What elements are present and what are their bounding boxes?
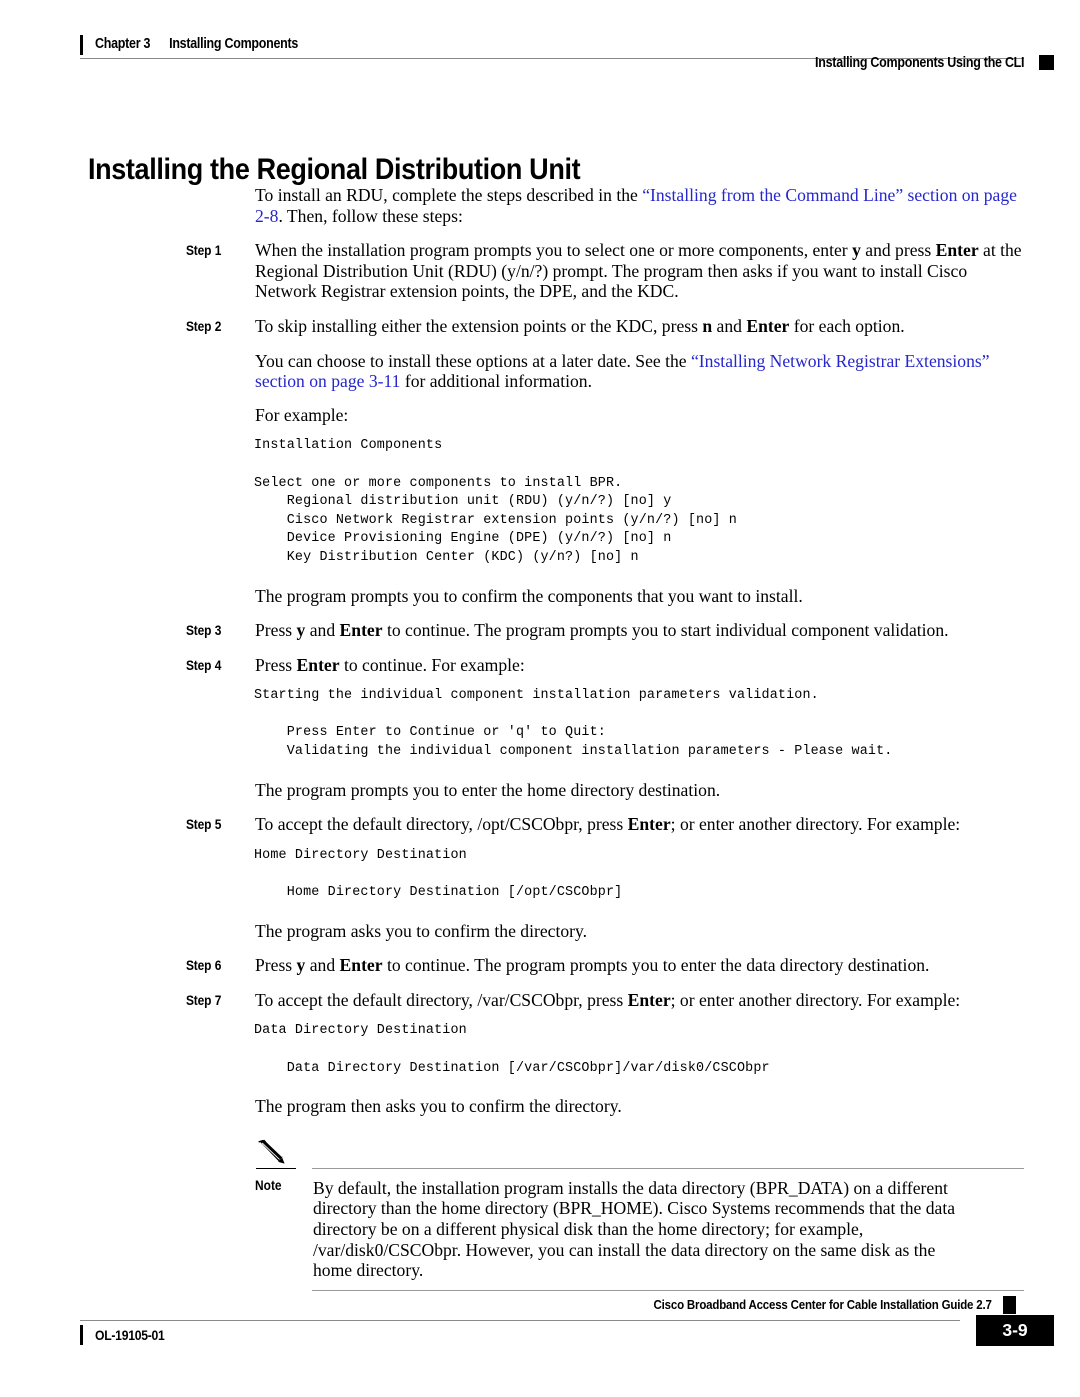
step-4: Step 4 Press Enter to continue. For examp… [0, 655, 1080, 676]
step-7-label: Step 7 [186, 991, 221, 1012]
step-4-seg-1: Enter [296, 654, 340, 675]
step-6: Step 6 Press y and Enter to continue. The… [0, 955, 1080, 976]
step-3-seg-4: to continue. The program prompts you to … [382, 620, 949, 641]
step-1-label-word: Step [186, 243, 212, 259]
document-page: Chapter 3 Installing Components Installin… [0, 0, 1080, 1397]
step-5-label-word: Step [186, 817, 212, 833]
step-7-seg-2: ; or enter another directory. For exampl… [670, 989, 961, 1010]
step-7-label-word: Step [186, 992, 212, 1008]
step-3-number: 3 [214, 623, 222, 639]
confirm-components-paragraph: The program prompts you to confirm the c… [255, 585, 803, 606]
step-5-seg-2: ; or enter another directory. For exampl… [670, 814, 961, 835]
step-1: Step 1 When the installation program prom… [0, 240, 1080, 302]
step-3-seg-2: and [305, 620, 340, 641]
note-callout: Note By default, the installation progra… [0, 1139, 1080, 1291]
step-6-label: Step 6 [186, 956, 221, 977]
step-3-label-word: Step [186, 623, 212, 639]
step-7-seg-0: To accept the default directory, /var/CS… [255, 989, 628, 1010]
step-3-seg-3: Enter [339, 620, 383, 641]
step-6-seg-4: to continue. The program prompts you to … [382, 955, 930, 976]
step-3: Step 3 Press y and Enter to continue. The… [0, 620, 1080, 641]
step-3-seg-0: Press [255, 620, 297, 641]
footer-document-id: OL-19105-01 [95, 1327, 165, 1343]
later-date-text-after: for additional information. [400, 371, 592, 392]
header-square-marker [1039, 55, 1054, 70]
home-directory-prompt-paragraph: The program prompts you to enter the hom… [255, 779, 721, 800]
step-2-number: 2 [214, 318, 222, 334]
step-1-number: 1 [214, 243, 222, 259]
step-2-seg-3: Enter [746, 315, 790, 336]
note-icon-underline [256, 1167, 296, 1170]
code-block-home-directory: Home Directory Destination Home Director… [254, 847, 623, 901]
step-6-seg-2: and [305, 955, 340, 976]
step-1-seg-2: and press [860, 240, 936, 261]
step-2-seg-0: To skip installing either the extension … [255, 315, 703, 336]
intro-text-after: . Then, follow these steps: [278, 205, 463, 226]
header-running-head: Installing Components Using the CLI [814, 55, 1024, 71]
step-2-label-word: Step [186, 318, 212, 334]
header-chapter-number: Chapter 3 [95, 36, 151, 52]
step-5-number: 5 [214, 817, 222, 833]
footer-guide-title: Cisco Broadband Access Center for Cable … [653, 1297, 992, 1312]
step-7-seg-1: Enter [627, 989, 671, 1010]
step-4-label: Step 4 [186, 656, 221, 677]
step-5: Step 5 To accept the default directory, /… [0, 814, 1080, 835]
note-label: Note [255, 1177, 282, 1193]
header-chapter-line: Chapter 3 Installing Components [95, 36, 298, 52]
step-2-seg-4: for each option. [789, 315, 905, 336]
confirm-directory-then-paragraph: The program then asks you to confirm the… [255, 1096, 622, 1117]
step-5-seg-0: To accept the default directory, /opt/CS… [255, 814, 628, 835]
for-example-label: For example: [255, 404, 349, 425]
footer-square-marker [1003, 1296, 1016, 1314]
step-4-seg-0: Press [255, 654, 297, 675]
intro-text-before: To install an RDU, complete the steps de… [255, 185, 643, 205]
document-body: To install an RDU, complete the steps de… [0, 185, 1080, 1291]
note-body-text: By default, the installation program ins… [313, 1177, 956, 1281]
code-block-installation-components: Installation Components Select one or mo… [254, 438, 737, 565]
step-7: Step 7 To accept the default directory, /… [0, 990, 1080, 1011]
step-2-seg-2: and [712, 315, 747, 336]
step-4-seg-2: to continue. For example: [339, 654, 525, 675]
step-1-label: Step 1 [186, 241, 221, 262]
step-6-seg-3: Enter [339, 955, 383, 976]
step-5-seg-1: Enter [627, 814, 671, 835]
page-header: Chapter 3 Installing Components Installin… [0, 0, 1080, 90]
confirm-directory-paragraph: The program asks you to confirm the dire… [255, 920, 588, 941]
footer-page-number: 3-9 [976, 1315, 1054, 1346]
step-7-number: 7 [214, 992, 222, 1008]
header-left-accent-bar [80, 35, 83, 55]
step-6-number: 6 [214, 958, 222, 974]
step-6-seg-0: Press [255, 955, 297, 976]
step-2-seg-1: n [702, 315, 713, 336]
step-1-seg-0: When the installation program prompts yo… [255, 240, 853, 261]
step-4-number: 4 [214, 657, 222, 673]
step-5-label: Step 5 [186, 815, 221, 836]
step-1-seg-3: Enter [935, 240, 979, 261]
intro-paragraph: To install an RDU, complete the steps de… [0, 185, 1080, 226]
later-date-paragraph: You can choose to install these options … [0, 351, 1080, 392]
pencil-icon [256, 1139, 292, 1169]
page-title: Installing the Regional Distribution Uni… [88, 153, 581, 187]
step-2-label: Step 2 [186, 317, 221, 338]
note-top-divider [312, 1167, 1024, 1169]
step-2: Step 2 To skip installing either the exte… [0, 316, 1080, 337]
footer-divider [80, 1320, 960, 1322]
code-block-data-directory: Data Directory Destination Data Director… [254, 1023, 770, 1076]
page-footer: Cisco Broadband Access Center for Cable … [0, 1287, 1080, 1397]
step-1-seg-1: y [852, 240, 861, 261]
code-block-validation: Starting the individual component instal… [254, 688, 893, 760]
footer-left-accent-bar [80, 1325, 83, 1345]
header-chapter-title: Installing Components [169, 36, 299, 52]
later-date-text-before: You can choose to install these options … [255, 350, 691, 371]
step-6-label-word: Step [186, 958, 212, 974]
step-4-label-word: Step [186, 657, 212, 673]
step-3-label: Step 3 [186, 621, 221, 642]
